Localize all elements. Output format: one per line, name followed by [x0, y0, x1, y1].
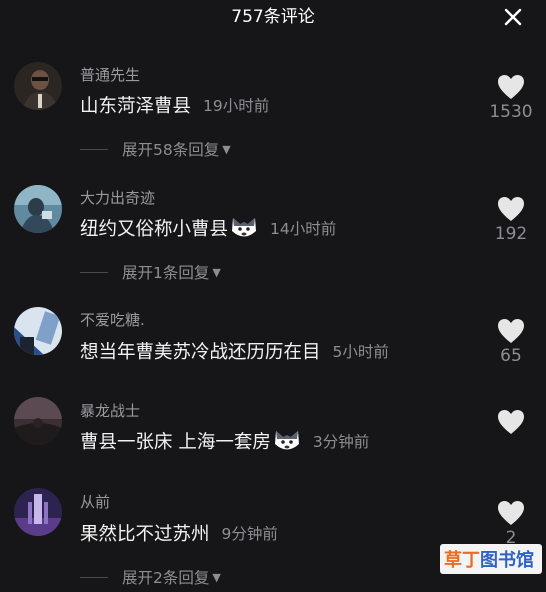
comment-time: 5小时前 — [332, 343, 389, 361]
comment-username[interactable]: 普通先生 — [80, 64, 140, 85]
caret-down-icon: ▼ — [212, 265, 221, 279]
expand-replies-button[interactable]: 展开58条回复 ▼ — [80, 138, 231, 160]
avatar[interactable] — [14, 307, 62, 355]
comment-username[interactable]: 暴龙战士 — [80, 400, 140, 421]
wolf-emoji-icon — [274, 431, 299, 450]
like-count: 192 — [494, 224, 528, 244]
comment-body: 纽约又俗称小曹县 — [80, 219, 229, 240]
wolf-emoji-icon — [232, 218, 257, 237]
heart-icon[interactable] — [497, 318, 525, 344]
like-block: 2 — [486, 500, 536, 548]
avatar[interactable] — [14, 185, 62, 233]
avatar[interactable] — [14, 62, 62, 110]
like-block: 1530 — [486, 74, 536, 122]
comment-body: 曹县一张床 上海一套房 — [80, 432, 271, 453]
divider — [80, 576, 108, 578]
divider — [80, 148, 108, 150]
like-count: 1530 — [489, 102, 533, 122]
comment-text: 纽约又俗称小曹县 14小时前 — [80, 215, 336, 241]
expand-replies-label: 展开58条回复 — [122, 141, 220, 159]
avatar[interactable] — [14, 488, 62, 536]
comment-text: 想当年曹美苏冷战还历历在目 5小时前 — [80, 338, 389, 364]
watermark-part1: 草丁 — [444, 550, 480, 571]
comments-header: 757条评论 — [0, 0, 546, 34]
heart-icon[interactable] — [497, 196, 525, 222]
site-watermark: 草丁 图书馆 — [440, 544, 542, 574]
comment-body: 想当年曹美苏冷战还历历在目 — [80, 342, 321, 363]
caret-down-icon: ▼ — [222, 142, 231, 156]
like-block — [486, 409, 536, 435]
comment-body: 果然比不过苏州 — [80, 524, 210, 545]
comment-username[interactable]: 从前 — [80, 491, 110, 512]
expand-replies-label: 展开1条回复 — [122, 264, 210, 282]
comment-text: 果然比不过苏州 9分钟前 — [80, 520, 278, 546]
like-block: 192 — [486, 196, 536, 244]
comments-count-title: 757条评论 — [231, 7, 315, 27]
comment-time: 14小时前 — [270, 220, 337, 238]
comment-body: 山东菏泽曹县 — [80, 96, 192, 117]
watermark-part2: 图书馆 — [480, 550, 534, 571]
like-count: 65 — [500, 346, 522, 366]
expand-replies-label: 展开2条回复 — [122, 569, 210, 587]
expand-replies-button[interactable]: 展开1条回复 ▼ — [80, 261, 221, 283]
comment-text: 山东菏泽曹县 19小时前 — [80, 92, 269, 118]
comment-time: 19小时前 — [203, 97, 270, 115]
comment-time: 3分钟前 — [312, 433, 370, 451]
close-icon[interactable] — [502, 6, 524, 28]
like-block: 65 — [486, 318, 536, 366]
comment-time: 9分钟前 — [221, 525, 278, 543]
heart-icon[interactable] — [497, 409, 525, 435]
comment-username[interactable]: 不爱吃糖. — [80, 309, 145, 330]
comment-username[interactable]: 大力出奇迹 — [80, 187, 155, 208]
divider — [80, 271, 108, 273]
caret-down-icon: ▼ — [212, 570, 221, 584]
expand-replies-button[interactable]: 展开2条回复 ▼ — [80, 566, 221, 588]
avatar[interactable] — [14, 397, 62, 445]
heart-icon[interactable] — [497, 500, 525, 526]
heart-icon[interactable] — [497, 74, 525, 100]
comment-text: 曹县一张床 上海一套房 3分钟前 — [80, 428, 369, 454]
